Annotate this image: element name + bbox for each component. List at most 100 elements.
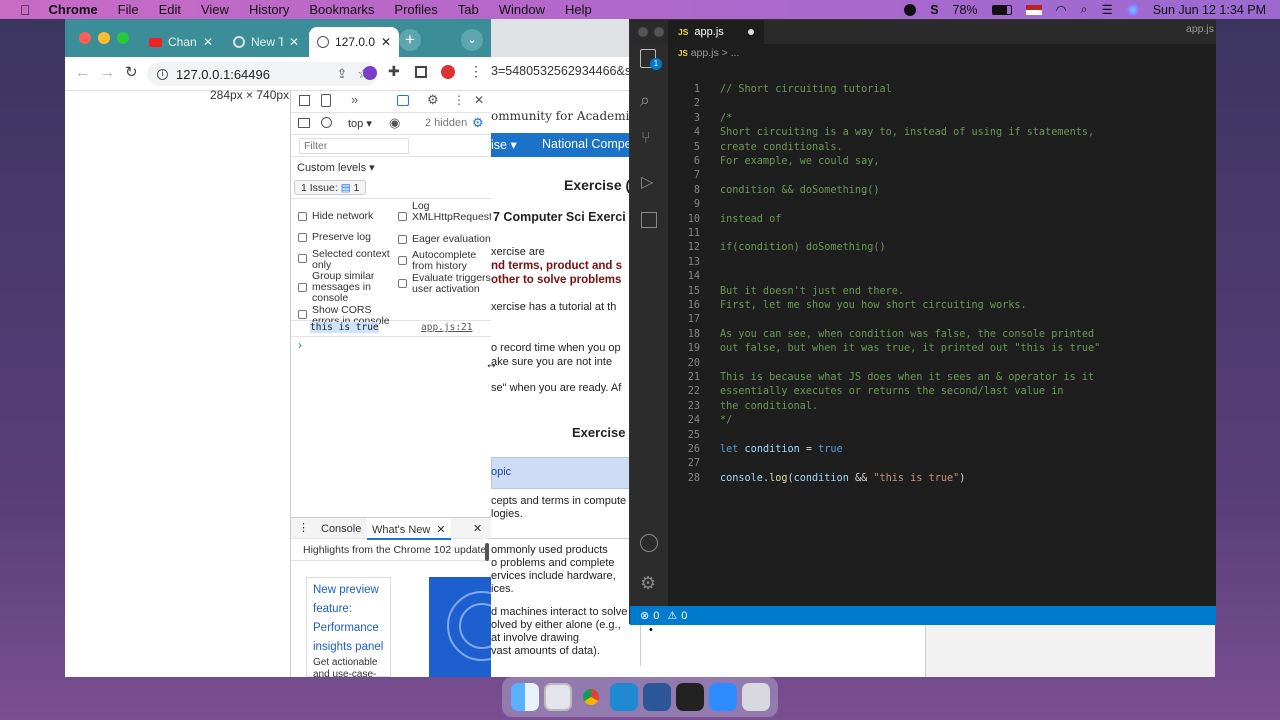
show-cors-checkbox[interactable] [298,310,307,319]
new-tab-button[interactable]: + [399,29,421,51]
back-icon[interactable]: ← [75,64,90,81]
code-line[interactable]: 16 First, let me show you how short circu… [668,299,1216,313]
code-line[interactable]: 10 instead of [668,213,1216,227]
close-tab-icon[interactable]: ✕ [203,35,213,49]
close-devtools-icon[interactable]: ✕ [474,93,484,107]
siri-icon[interactable] [1126,3,1139,16]
code-line[interactable]: 4 Short circuiting is a way to, instead o… [668,126,1216,140]
code-line[interactable]: 14 [668,270,1216,284]
editor-tab-app-js[interactable]: JS app.js [668,20,764,44]
tab-youtube[interactable]: Channel ✕ [141,27,221,57]
issues-icon[interactable] [397,95,409,106]
reload-icon[interactable]: ↻ [125,63,138,81]
menu-bookmarks[interactable]: Bookmarks [309,2,374,17]
filter-input[interactable] [299,138,409,154]
group-similar-checkbox[interactable] [298,283,307,292]
wifi-icon[interactable]: ◠ [1056,2,1067,17]
code-line[interactable]: 15 But it doesn't just end there. [668,285,1216,299]
issues-button[interactable]: 1 Issue: ▤ 1 [294,180,367,195]
extensions-icon[interactable] [641,212,657,228]
forward-icon[interactable]: → [100,64,115,81]
account-icon[interactable] [640,534,658,552]
code-lines[interactable]: 1// Short circuiting tutorial 2 3/* 4 Short … [668,83,1216,503]
nav-item-exercise[interactable]: ise ▾ [491,137,517,152]
more-menu-icon[interactable]: ⋮ [469,63,483,80]
code-line[interactable]: 7 [668,169,1216,183]
word-icon[interactable] [642,683,671,711]
minimize-window-button[interactable] [98,32,110,44]
clock[interactable]: Sun Jun 12 1:34 PM [1153,3,1266,17]
eager-evaluation-checkbox[interactable] [398,235,407,244]
search-icon[interactable]: ⌕ [1080,2,1087,17]
log-xhr-checkbox[interactable] [398,212,407,221]
extension-icon[interactable] [363,66,377,80]
console-message[interactable]: this is true app.js:21 [291,321,491,337]
code-line[interactable]: 5 create conditionals. [668,141,1216,155]
profile-extension-icon[interactable] [441,65,455,79]
console-settings-gear-icon[interactable]: ⚙ [472,115,484,131]
finder-icon[interactable] [510,683,539,711]
code-line[interactable]: 8 condition && doSomething() [668,184,1216,198]
code-line[interactable]: 26 let condition = true [668,443,1216,457]
inspect-icon[interactable] [299,95,310,106]
share-icon[interactable]: ⇪ [336,66,347,82]
source-control-icon[interactable]: ⑂ [641,130,651,148]
hide-network-checkbox[interactable] [298,212,307,221]
menu-file[interactable]: File [118,2,139,17]
evaluate-triggers-checkbox[interactable] [398,279,407,288]
drawer-tab-whats-new[interactable]: What's New ✕ [367,518,451,540]
close-window-button[interactable] [79,32,91,44]
settings-gear-icon[interactable]: ⚙ [427,92,439,108]
menu-window[interactable]: Window [499,2,545,17]
code-line[interactable]: 11 [668,227,1216,241]
menu-edit[interactable]: Edit [159,2,181,17]
code-line[interactable]: 28 console.log(condition && "this is true… [668,472,1216,486]
close-drawer-icon[interactable]: ✕ [473,522,482,535]
zoom-icon[interactable] [708,683,737,711]
more-tabs-icon[interactable]: » [351,92,358,107]
context-select[interactable]: top ▾ [348,117,372,130]
nav-item-national[interactable]: National Compe [542,137,632,151]
device-toolbar-icon[interactable] [321,94,331,107]
code-editor[interactable]: JS app.js > ... 1 // Short circuiting tut… [668,44,1216,606]
tab-new-tab[interactable]: New Ta ✕ [225,27,307,57]
record-icon[interactable] [904,3,917,16]
close-window-button[interactable] [638,27,648,37]
live-expression-eye-icon[interactable]: ◉ [389,115,400,131]
close-tab-icon[interactable]: ✕ [381,35,391,49]
chrome-icon[interactable] [577,683,605,711]
selected-context-checkbox[interactable] [298,254,307,263]
info-icon[interactable]: i [157,68,168,80]
close-tab-icon[interactable]: ✕ [289,35,299,49]
code-line[interactable]: 19 out false, but when it was true, it pr… [668,342,1216,356]
code-line[interactable]: 24 */ [668,414,1216,428]
search-icon[interactable]: ⌕ [640,90,650,111]
preserve-log-checkbox[interactable] [298,233,307,242]
address-bar[interactable]: i 127.0.0.1:64496 ⇪ ☆ [147,62,377,86]
flag-icon[interactable] [1025,4,1042,15]
vscode-icon[interactable] [609,683,638,711]
menu-tab[interactable]: Tab [458,2,479,17]
zoom-window-button[interactable] [117,32,129,44]
feature-card[interactable]: New preview feature: Performance insight… [306,577,391,677]
code-line[interactable]: 18 As you can see, when condition was fal… [668,328,1216,342]
minimize-window-button[interactable] [654,27,664,37]
errors-icon[interactable]: ⊗ [640,609,649,622]
breadcrumb-text[interactable]: app.js > ... [691,47,740,59]
unsaved-dot-icon[interactable] [748,29,754,35]
skype-icon[interactable]: S [930,3,938,17]
control-center-icon[interactable]: ☰ [1102,2,1113,17]
code-line[interactable]: 25 [668,429,1216,443]
autocomplete-checkbox[interactable] [398,256,407,265]
final-cut-icon[interactable] [675,683,704,711]
code-line[interactable]: 22 essentially executes or returns the se… [668,385,1216,399]
errors-count[interactable]: 0 [653,610,659,622]
code-line[interactable]: 3 /* [668,112,1216,126]
side-panel-icon[interactable] [415,66,427,78]
close-tab-icon[interactable]: ✕ [436,524,445,536]
code-line[interactable]: 23 the conditional. [668,400,1216,414]
manage-gear-icon[interactable]: ⚙ [640,573,656,594]
devtools-more-icon[interactable]: ⋮ [453,93,465,107]
code-line[interactable]: 6 For example, we could say, [668,155,1216,169]
app-menu-chrome[interactable]: Chrome [49,2,98,17]
